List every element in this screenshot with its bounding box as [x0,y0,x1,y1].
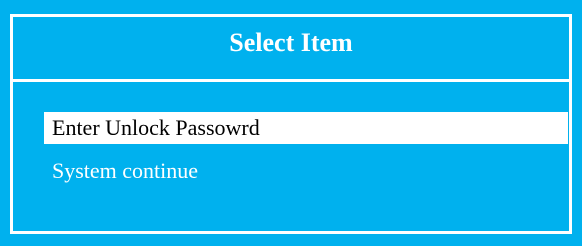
dialog-title: Select Item [229,28,353,57]
menu-item-system-continue[interactable]: System continue [44,155,568,187]
title-divider [13,79,569,82]
menu-item-enter-unlock-password[interactable]: Enter Unlock Passowrd [44,112,568,144]
